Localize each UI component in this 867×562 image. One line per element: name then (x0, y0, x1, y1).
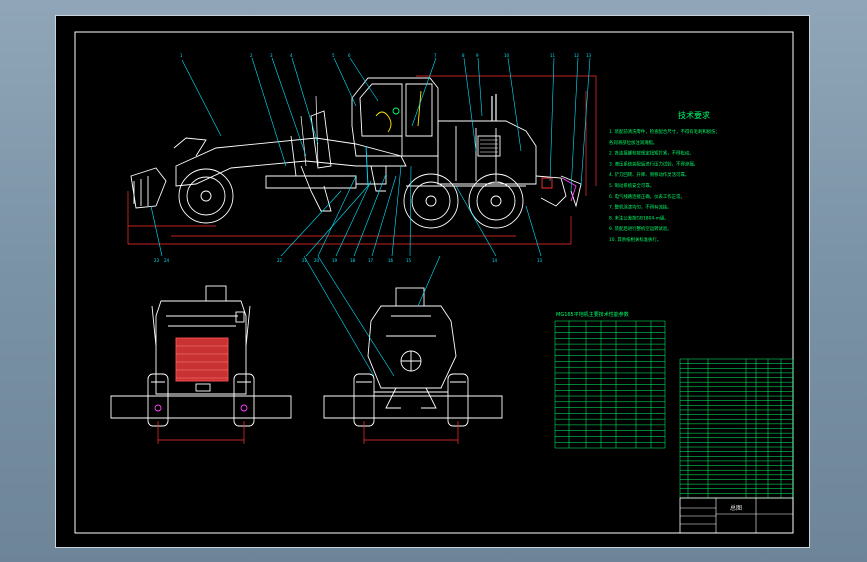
svg-text:22: 22 (277, 258, 283, 263)
tech-item: 10. 其余按相关标准执行。 (609, 236, 661, 243)
side-view (127, 75, 597, 245)
side-dimensions (127, 75, 597, 245)
svg-text:20: 20 (314, 258, 320, 263)
tech-item: 5. 制动系统安全可靠。 (609, 182, 654, 189)
rear-dimensions (363, 421, 459, 444)
svg-text:18: 18 (350, 258, 356, 263)
svg-text:4: 4 (290, 53, 293, 58)
tech-item: 1. 装配前清洗零件，检查配合尺寸，不得有毛刺和损伤； (609, 128, 720, 135)
tech-item: 7. 整机涂漆均匀，不得有流挂。 (609, 204, 672, 211)
svg-text:24: 24 (164, 258, 170, 263)
svg-text:2: 2 (250, 53, 253, 58)
svg-text:14: 14 (492, 258, 498, 263)
svg-text:17: 17 (368, 258, 374, 263)
title-block: 总图 (679, 497, 794, 534)
param-table: MG165平地机主要技术性能参数 (554, 311, 666, 449)
svg-text:5: 5 (332, 53, 335, 58)
svg-text:9: 9 (476, 53, 479, 58)
svg-text:16: 16 (388, 258, 394, 263)
tech-item: 8. 未注公差按GB1804-m级。 (609, 214, 669, 221)
svg-text:13: 13 (586, 53, 592, 58)
svg-text:1: 1 (180, 53, 183, 58)
drawing-sheet: 123 456 789 10 11 12 13 23 24 22 21 20 19 18 17… (55, 15, 810, 548)
svg-text:6: 6 (348, 53, 351, 58)
parts-list (679, 358, 794, 499)
param-title: MG165平地机主要技术性能参数 (556, 311, 629, 318)
svg-text:15: 15 (406, 258, 412, 263)
svg-text:19: 19 (332, 258, 338, 263)
svg-text:23: 23 (154, 258, 160, 263)
tech-item: 4. 铲刀回转、升降、侧移动作灵活可靠。 (609, 171, 689, 178)
tech-item: 9. 装配后进行整机空运转试验。 (609, 225, 672, 232)
svg-text:12: 12 (574, 53, 580, 58)
title-block-name: 总图 (730, 504, 742, 512)
cad-drawing: 123 456 789 10 11 12 13 23 24 22 21 20 19 18 17… (74, 31, 794, 534)
svg-text:3: 3 (270, 53, 273, 58)
svg-text:11: 11 (550, 53, 556, 58)
svg-text:13: 13 (537, 258, 543, 263)
side-balloons: 123 456 789 10 11 12 13 23 24 22 21 20 19 18 17… (154, 53, 592, 263)
tech-title: 技术要求 (678, 110, 710, 120)
tech-item: 2. 各连接螺栓按规定扭矩拧紧，不得松动。 (609, 150, 694, 157)
front-dimensions (157, 421, 245, 444)
param-grid (554, 320, 666, 449)
tech-item: 3. 液压系统装配后进行压力试验，不得渗漏。 (609, 160, 698, 167)
front-view (110, 285, 292, 427)
tech-items: 1. 装配前清洗零件，检查配合尺寸，不得有毛刺和损伤； 各润滑部位加注润滑脂。 2… (609, 128, 720, 243)
tech-item: 6. 电气线路连接正确，仪表工作正常。 (609, 193, 685, 200)
svg-text:10: 10 (504, 53, 510, 58)
svg-text:8: 8 (462, 53, 465, 58)
bom-grid (679, 358, 794, 499)
side-leaders (150, 57, 591, 257)
rear-view (323, 287, 503, 427)
tech-requirements: 技术要求 1. 装配前清洗零件，检查配合尺寸，不得有毛刺和损伤； 各润滑部位加注… (609, 110, 720, 243)
svg-text:7: 7 (434, 53, 437, 58)
tech-item: 各润滑部位加注润滑脂。 (609, 139, 657, 146)
inner-frame (74, 31, 794, 534)
